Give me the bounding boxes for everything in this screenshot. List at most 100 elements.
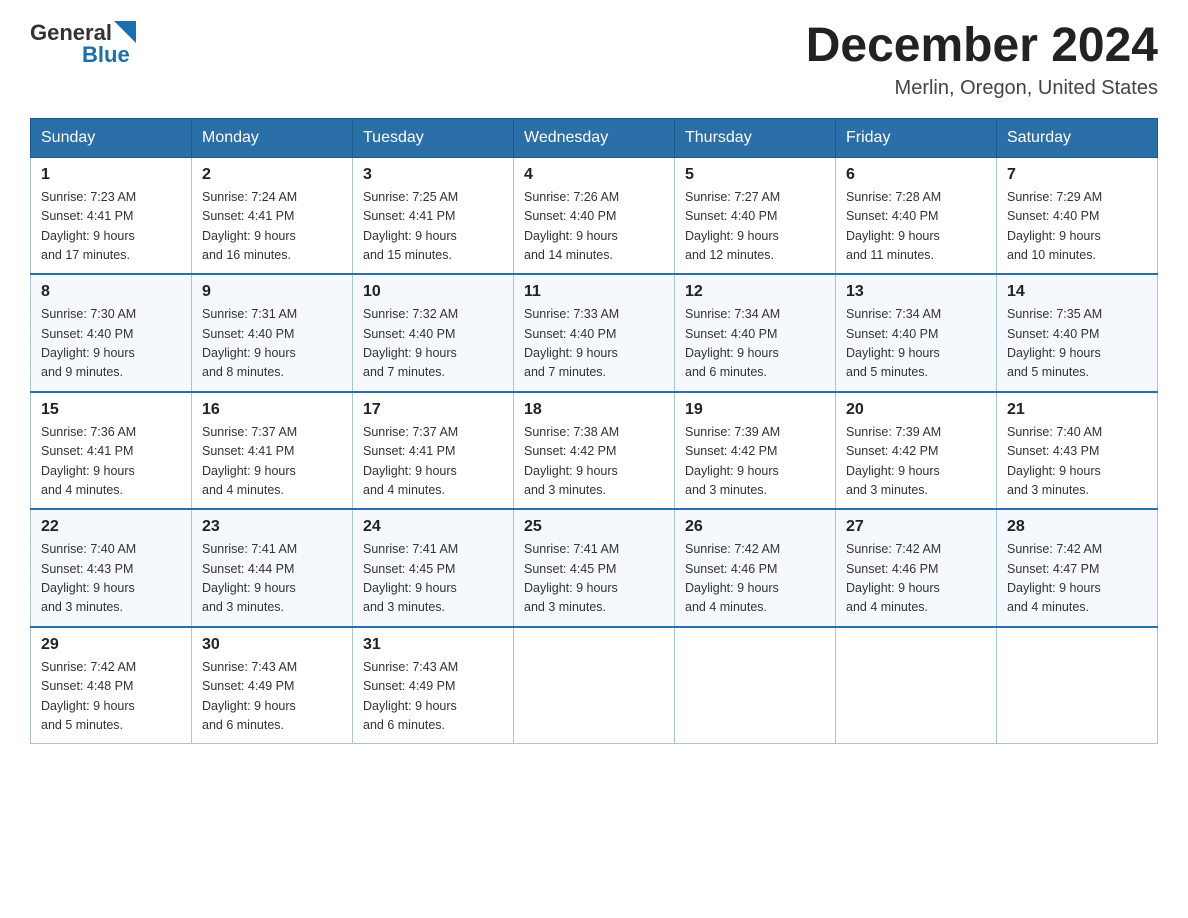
day-info: Sunrise: 7:28 AMSunset: 4:40 PMDaylight:… xyxy=(846,190,941,262)
calendar-day-cell: 18 Sunrise: 7:38 AMSunset: 4:42 PMDaylig… xyxy=(514,392,675,510)
day-number: 5 xyxy=(685,166,825,184)
calendar-week-row: 8 Sunrise: 7:30 AMSunset: 4:40 PMDayligh… xyxy=(31,274,1158,392)
day-number: 24 xyxy=(363,518,503,536)
day-number: 23 xyxy=(202,518,342,536)
day-number: 6 xyxy=(846,166,986,184)
day-info: Sunrise: 7:33 AMSunset: 4:40 PMDaylight:… xyxy=(524,307,619,379)
logo-arrow-icon xyxy=(114,21,136,43)
day-number: 25 xyxy=(524,518,664,536)
calendar-day-cell: 10 Sunrise: 7:32 AMSunset: 4:40 PMDaylig… xyxy=(353,274,514,392)
page-header: General Blue December 2024 Merlin, Orego… xyxy=(30,20,1158,100)
calendar-day-cell: 3 Sunrise: 7:25 AMSunset: 4:41 PMDayligh… xyxy=(353,157,514,274)
day-info: Sunrise: 7:30 AMSunset: 4:40 PMDaylight:… xyxy=(41,307,136,379)
day-number: 7 xyxy=(1007,166,1147,184)
day-info: Sunrise: 7:43 AMSunset: 4:49 PMDaylight:… xyxy=(202,660,297,732)
calendar-day-cell: 29 Sunrise: 7:42 AMSunset: 4:48 PMDaylig… xyxy=(31,627,192,744)
day-number: 1 xyxy=(41,166,181,184)
day-info: Sunrise: 7:31 AMSunset: 4:40 PMDaylight:… xyxy=(202,307,297,379)
calendar-day-cell: 19 Sunrise: 7:39 AMSunset: 4:42 PMDaylig… xyxy=(675,392,836,510)
day-number: 12 xyxy=(685,283,825,301)
calendar-day-cell: 2 Sunrise: 7:24 AMSunset: 4:41 PMDayligh… xyxy=(192,157,353,274)
weekday-header-sunday: Sunday xyxy=(31,118,192,157)
day-number: 13 xyxy=(846,283,986,301)
calendar-day-cell xyxy=(514,627,675,744)
day-info: Sunrise: 7:41 AMSunset: 4:45 PMDaylight:… xyxy=(363,542,458,614)
day-info: Sunrise: 7:38 AMSunset: 4:42 PMDaylight:… xyxy=(524,425,619,497)
day-info: Sunrise: 7:23 AMSunset: 4:41 PMDaylight:… xyxy=(41,190,136,262)
calendar-day-cell: 28 Sunrise: 7:42 AMSunset: 4:47 PMDaylig… xyxy=(997,509,1158,627)
day-number: 17 xyxy=(363,401,503,419)
day-number: 15 xyxy=(41,401,181,419)
calendar-day-cell: 8 Sunrise: 7:30 AMSunset: 4:40 PMDayligh… xyxy=(31,274,192,392)
day-info: Sunrise: 7:39 AMSunset: 4:42 PMDaylight:… xyxy=(685,425,780,497)
day-number: 20 xyxy=(846,401,986,419)
calendar-day-cell: 15 Sunrise: 7:36 AMSunset: 4:41 PMDaylig… xyxy=(31,392,192,510)
day-info: Sunrise: 7:24 AMSunset: 4:41 PMDaylight:… xyxy=(202,190,297,262)
calendar-day-cell: 27 Sunrise: 7:42 AMSunset: 4:46 PMDaylig… xyxy=(836,509,997,627)
day-info: Sunrise: 7:39 AMSunset: 4:42 PMDaylight:… xyxy=(846,425,941,497)
month-title: December 2024 xyxy=(806,20,1158,73)
calendar-day-cell: 1 Sunrise: 7:23 AMSunset: 4:41 PMDayligh… xyxy=(31,157,192,274)
calendar-table: SundayMondayTuesdayWednesdayThursdayFrid… xyxy=(30,118,1158,745)
day-number: 10 xyxy=(363,283,503,301)
calendar-day-cell: 4 Sunrise: 7:26 AMSunset: 4:40 PMDayligh… xyxy=(514,157,675,274)
day-number: 29 xyxy=(41,636,181,654)
calendar-day-cell: 22 Sunrise: 7:40 AMSunset: 4:43 PMDaylig… xyxy=(31,509,192,627)
logo-blue-text: Blue xyxy=(82,42,130,68)
logo: General Blue xyxy=(30,20,136,68)
day-number: 22 xyxy=(41,518,181,536)
calendar-day-cell: 24 Sunrise: 7:41 AMSunset: 4:45 PMDaylig… xyxy=(353,509,514,627)
location-subtitle: Merlin, Oregon, United States xyxy=(806,77,1158,100)
day-info: Sunrise: 7:32 AMSunset: 4:40 PMDaylight:… xyxy=(363,307,458,379)
calendar-day-cell: 17 Sunrise: 7:37 AMSunset: 4:41 PMDaylig… xyxy=(353,392,514,510)
day-info: Sunrise: 7:41 AMSunset: 4:44 PMDaylight:… xyxy=(202,542,297,614)
calendar-day-cell: 13 Sunrise: 7:34 AMSunset: 4:40 PMDaylig… xyxy=(836,274,997,392)
day-number: 8 xyxy=(41,283,181,301)
day-number: 3 xyxy=(363,166,503,184)
calendar-day-cell: 11 Sunrise: 7:33 AMSunset: 4:40 PMDaylig… xyxy=(514,274,675,392)
calendar-week-row: 15 Sunrise: 7:36 AMSunset: 4:41 PMDaylig… xyxy=(31,392,1158,510)
calendar-day-cell xyxy=(675,627,836,744)
day-number: 2 xyxy=(202,166,342,184)
calendar-day-cell: 12 Sunrise: 7:34 AMSunset: 4:40 PMDaylig… xyxy=(675,274,836,392)
day-info: Sunrise: 7:37 AMSunset: 4:41 PMDaylight:… xyxy=(202,425,297,497)
day-number: 26 xyxy=(685,518,825,536)
day-number: 16 xyxy=(202,401,342,419)
weekday-header-row: SundayMondayTuesdayWednesdayThursdayFrid… xyxy=(31,118,1158,157)
day-info: Sunrise: 7:36 AMSunset: 4:41 PMDaylight:… xyxy=(41,425,136,497)
calendar-day-cell: 31 Sunrise: 7:43 AMSunset: 4:49 PMDaylig… xyxy=(353,627,514,744)
day-number: 28 xyxy=(1007,518,1147,536)
calendar-day-cell: 16 Sunrise: 7:37 AMSunset: 4:41 PMDaylig… xyxy=(192,392,353,510)
calendar-day-cell: 6 Sunrise: 7:28 AMSunset: 4:40 PMDayligh… xyxy=(836,157,997,274)
day-info: Sunrise: 7:42 AMSunset: 4:47 PMDaylight:… xyxy=(1007,542,1102,614)
day-info: Sunrise: 7:43 AMSunset: 4:49 PMDaylight:… xyxy=(363,660,458,732)
day-number: 18 xyxy=(524,401,664,419)
day-number: 9 xyxy=(202,283,342,301)
calendar-day-cell: 5 Sunrise: 7:27 AMSunset: 4:40 PMDayligh… xyxy=(675,157,836,274)
day-info: Sunrise: 7:40 AMSunset: 4:43 PMDaylight:… xyxy=(1007,425,1102,497)
day-number: 30 xyxy=(202,636,342,654)
calendar-day-cell: 20 Sunrise: 7:39 AMSunset: 4:42 PMDaylig… xyxy=(836,392,997,510)
weekday-header-thursday: Thursday xyxy=(675,118,836,157)
weekday-header-saturday: Saturday xyxy=(997,118,1158,157)
calendar-day-cell xyxy=(836,627,997,744)
day-number: 4 xyxy=(524,166,664,184)
day-number: 31 xyxy=(363,636,503,654)
calendar-week-row: 29 Sunrise: 7:42 AMSunset: 4:48 PMDaylig… xyxy=(31,627,1158,744)
calendar-week-row: 1 Sunrise: 7:23 AMSunset: 4:41 PMDayligh… xyxy=(31,157,1158,274)
day-info: Sunrise: 7:27 AMSunset: 4:40 PMDaylight:… xyxy=(685,190,780,262)
calendar-day-cell: 9 Sunrise: 7:31 AMSunset: 4:40 PMDayligh… xyxy=(192,274,353,392)
day-number: 19 xyxy=(685,401,825,419)
calendar-day-cell: 26 Sunrise: 7:42 AMSunset: 4:46 PMDaylig… xyxy=(675,509,836,627)
calendar-week-row: 22 Sunrise: 7:40 AMSunset: 4:43 PMDaylig… xyxy=(31,509,1158,627)
calendar-day-cell: 23 Sunrise: 7:41 AMSunset: 4:44 PMDaylig… xyxy=(192,509,353,627)
weekday-header-monday: Monday xyxy=(192,118,353,157)
weekday-header-wednesday: Wednesday xyxy=(514,118,675,157)
day-info: Sunrise: 7:41 AMSunset: 4:45 PMDaylight:… xyxy=(524,542,619,614)
day-number: 14 xyxy=(1007,283,1147,301)
day-info: Sunrise: 7:29 AMSunset: 4:40 PMDaylight:… xyxy=(1007,190,1102,262)
day-info: Sunrise: 7:25 AMSunset: 4:41 PMDaylight:… xyxy=(363,190,458,262)
calendar-day-cell: 25 Sunrise: 7:41 AMSunset: 4:45 PMDaylig… xyxy=(514,509,675,627)
day-info: Sunrise: 7:34 AMSunset: 4:40 PMDaylight:… xyxy=(846,307,941,379)
weekday-header-tuesday: Tuesday xyxy=(353,118,514,157)
